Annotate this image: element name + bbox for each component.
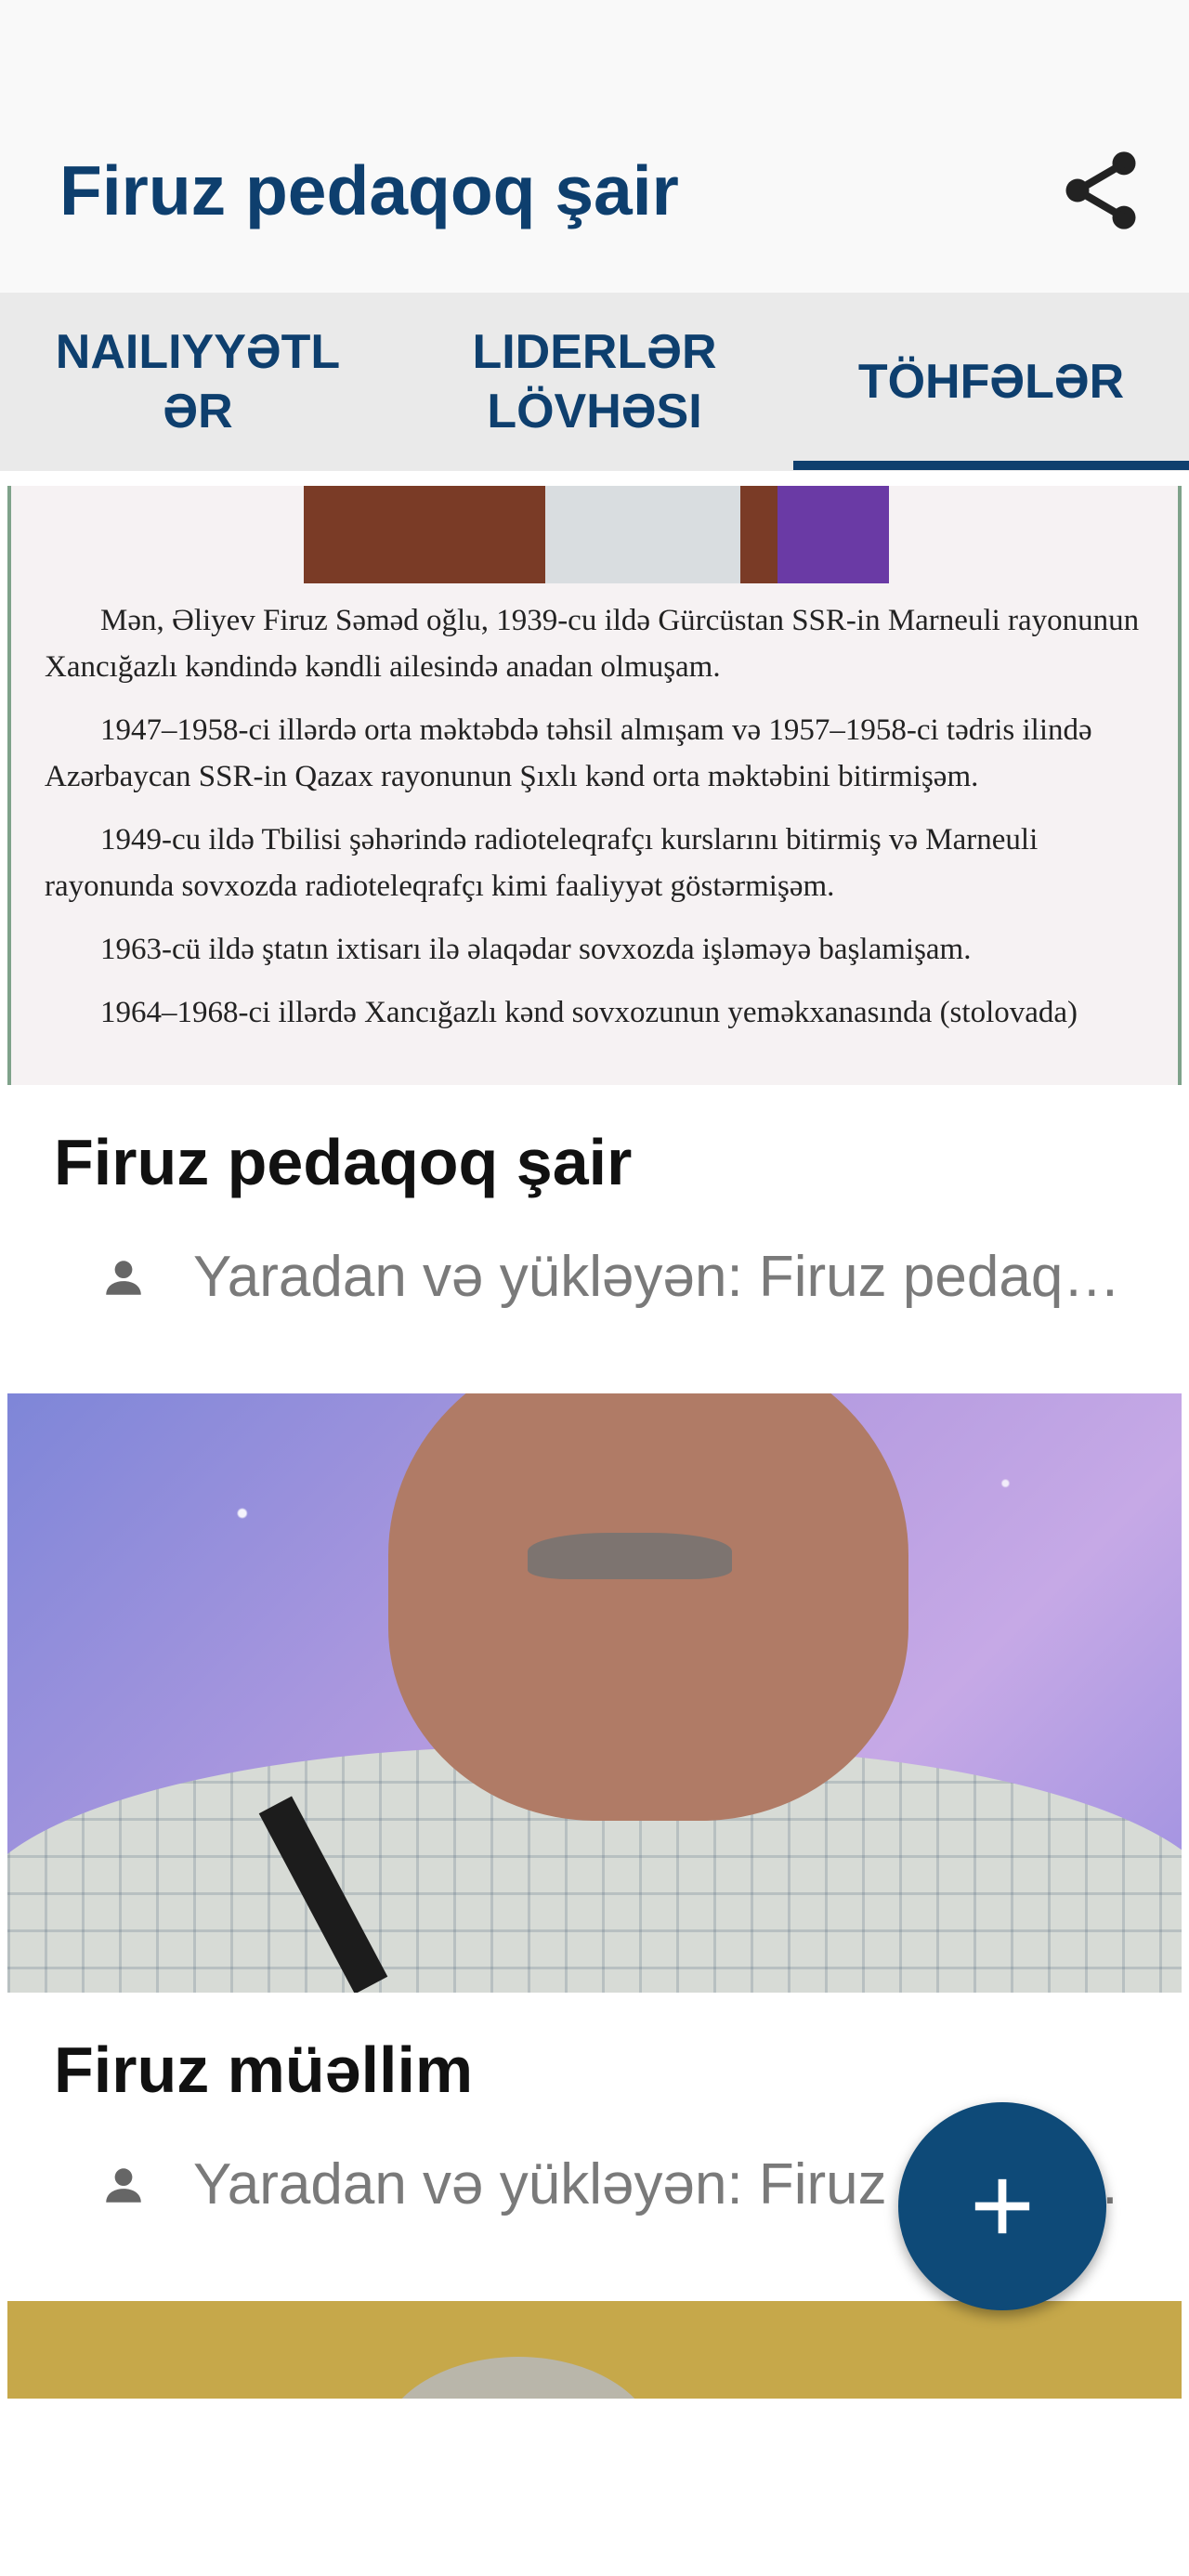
app-bar: Firuz pedaqoq şair [0,93,1189,293]
contribution-image: Mən, Əliyev Firuz Səməd oğlu, 1939-cu il… [7,486,1182,1085]
add-contribution-button[interactable] [898,2102,1106,2310]
contribution-author: Yaradan və yükləyən: Firuz pedaqoq şair [193,1245,1131,1309]
share-icon [1065,151,1136,229]
contribution-title: Firuz müəllim [54,2033,474,2106]
tab-leaderboard[interactable]: LIDERLƏR LÖVHƏSI [397,293,792,471]
tab-label: LIDERLƏR LÖVHƏSI [472,325,717,438]
contribution-title: Firuz pedaqoq şair [54,1126,633,1198]
tab-label: TÖHFƏLƏR [857,355,1125,409]
tab-achievements[interactable]: NAILIYYƏTL ƏR [0,293,396,471]
document-paragraph: 1964–1968-ci illərdə Xancığazlı kənd sov… [100,996,1078,1029]
share-button[interactable] [1054,144,1147,237]
tab-selected-indicator [793,461,1189,470]
tab-label: NAILIYYƏTL ƏR [55,325,341,438]
tab-contributions[interactable]: TÖHFƏLƏR [793,293,1189,471]
tab-bar: NAILIYYƏTL ƏR LIDERLƏR LÖVHƏSI TÖHFƏLƏR [0,293,1189,471]
document-paragraph: 1947–1958-ci illərdə orta məktəbdə təhsi… [45,713,1092,793]
contribution-image [7,1393,1182,1993]
status-bar [0,0,1189,93]
person-icon [100,1254,147,1301]
document-paragraph: 1949-cu ildə Tbilisi şəhərində radiotele… [45,823,1039,903]
person-icon [100,2162,147,2208]
contribution-image[interactable] [7,2301,1182,2399]
document-paragraph: Mən, Əliyev Firuz Səməd oğlu, 1939-cu il… [45,604,1140,684]
document-text: Mən, Əliyev Firuz Səməd oğlu, 1939-cu il… [45,597,1159,1053]
document-paragraph: 1963-cü ildə ştatın ixtisarı ilə əlaqəda… [100,933,972,966]
contribution-card[interactable]: Mən, Əliyev Firuz Səməd oğlu, 1939-cu il… [7,486,1182,1392]
plus-icon [974,2178,1030,2234]
document-photo [304,486,889,583]
page-title: Firuz pedaqoq şair [59,151,679,229]
